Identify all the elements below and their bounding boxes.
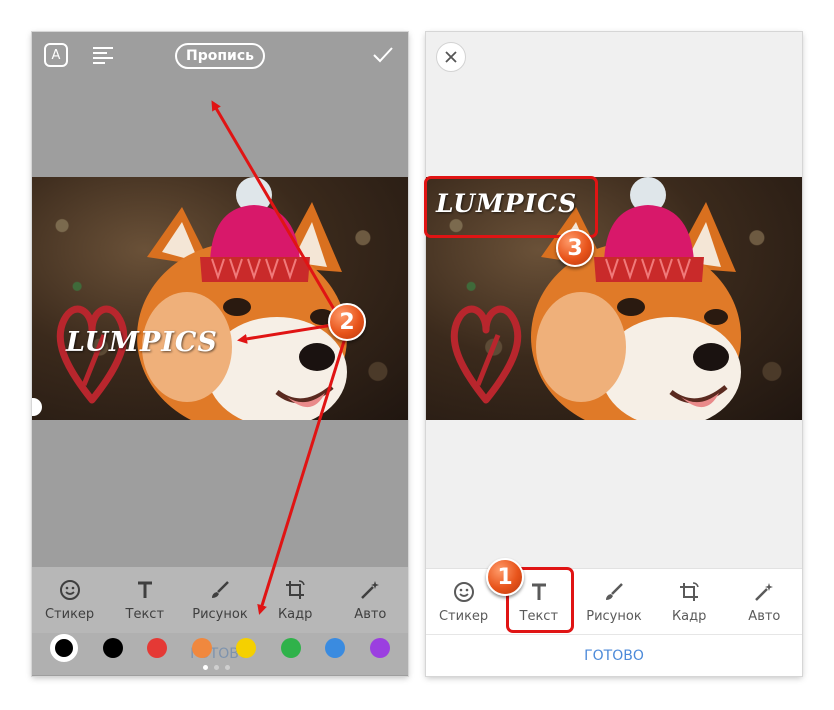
tool-crop-label: Кадр xyxy=(277,606,313,622)
color-swatch-purple[interactable] xyxy=(369,638,390,658)
align-left-icon[interactable] xyxy=(92,46,114,64)
heart-sticker[interactable] xyxy=(448,295,524,405)
font-icon[interactable]: A xyxy=(44,43,68,67)
magic-wand-icon xyxy=(361,580,380,599)
tool-drawing[interactable]: Рисунок xyxy=(579,581,649,624)
tool-drawing[interactable]: Рисунок xyxy=(185,579,255,622)
tool-drawing-label: Рисунок xyxy=(192,606,248,622)
left-editor-screen: LUMPICS A Пропись Стикер Текст Рисунок К… xyxy=(32,32,408,676)
tool-drawing-label: Рисунок xyxy=(586,608,642,624)
color-swatch-orange[interactable] xyxy=(191,638,212,658)
tool-crop[interactable]: Кадр xyxy=(654,581,724,624)
color-palette xyxy=(32,633,408,663)
close-icon xyxy=(445,51,457,63)
crop-icon xyxy=(286,579,305,599)
step-badge-3: 3 xyxy=(556,229,594,267)
color-swatch-black[interactable] xyxy=(102,638,123,658)
magic-wand-icon xyxy=(755,582,774,601)
photo-canvas[interactable]: LUMPICS xyxy=(32,177,408,420)
page-dot[interactable] xyxy=(203,665,208,670)
editor-toolbar: Стикер Текст Рисунок Кадр Авто xyxy=(32,567,408,633)
ready-button[interactable]: ГОТОВО xyxy=(426,634,802,676)
tool-crop[interactable]: Кадр xyxy=(260,579,330,622)
editor-toolbar: Стикер Текст Рисунок Кадр Авто xyxy=(426,568,802,635)
page-dot[interactable] xyxy=(225,665,230,670)
brush-icon xyxy=(605,582,623,600)
check-icon[interactable] xyxy=(372,46,394,64)
color-swatch-yellow[interactable] xyxy=(236,638,257,658)
tool-sticker[interactable]: Стикер xyxy=(35,579,105,622)
crop-icon xyxy=(680,581,699,601)
font-style-button[interactable]: Пропись xyxy=(175,43,265,69)
smiley-icon xyxy=(59,579,80,600)
close-button[interactable] xyxy=(436,42,466,72)
page-dot[interactable] xyxy=(214,665,219,670)
tool-auto[interactable]: Авто xyxy=(729,581,799,624)
tool-text-label: Текст xyxy=(125,606,165,622)
hat-sticker[interactable] xyxy=(586,177,711,287)
color-swatch-red[interactable] xyxy=(147,638,168,658)
palette-page-dots xyxy=(203,665,230,670)
overlay-text[interactable]: LUMPICS xyxy=(66,327,218,358)
tool-auto-label: Авто xyxy=(354,606,387,622)
tool-auto-label: Авто xyxy=(748,608,781,624)
smiley-icon xyxy=(453,581,474,602)
brush-icon xyxy=(211,580,229,598)
tool-sticker-label: Стикер xyxy=(438,608,489,624)
color-swatch-white[interactable] xyxy=(50,634,79,662)
hat-sticker[interactable] xyxy=(192,177,317,287)
tool-sticker-label: Стикер xyxy=(44,606,95,622)
text-edit-topbar: A Пропись xyxy=(32,32,408,80)
step-badge-2: 2 xyxy=(328,303,366,341)
color-swatch-blue[interactable] xyxy=(325,638,346,658)
tool-text[interactable]: Текст xyxy=(110,579,180,622)
right-editor-screen: LUMPICS Стикер Текст Рисунок Кадр Авто Г… xyxy=(426,32,802,676)
color-swatch-green[interactable] xyxy=(280,638,301,658)
tool-crop-label: Кадр xyxy=(671,608,707,624)
step-badge-1: 1 xyxy=(486,558,524,596)
tool-auto[interactable]: Авто xyxy=(335,579,405,622)
text-t-icon xyxy=(137,581,152,598)
